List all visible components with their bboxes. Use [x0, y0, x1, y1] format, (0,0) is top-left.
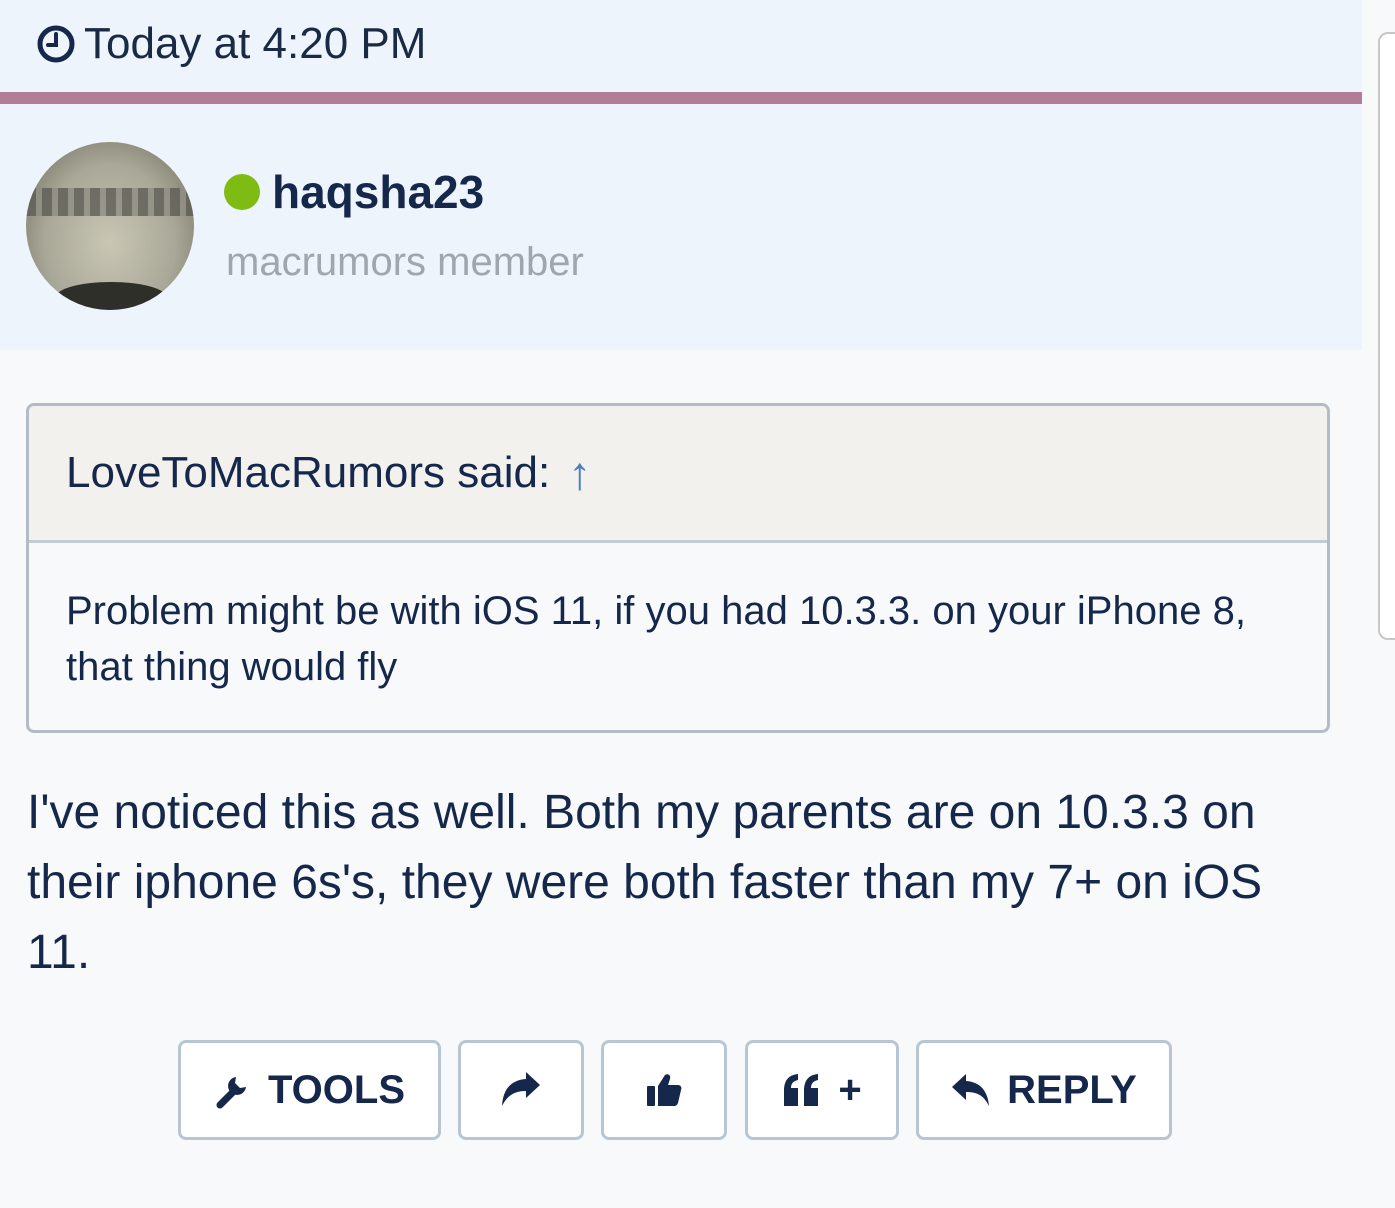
multiquote-plus-label: + [838, 1067, 862, 1112]
reply-icon [952, 1074, 990, 1106]
quote-author[interactable]: LoveToMacRumors said: [66, 448, 550, 498]
reply-button[interactable]: REPLY [916, 1040, 1172, 1140]
scrollbar[interactable] [1378, 32, 1395, 640]
thumbs-up-icon [647, 1074, 682, 1106]
online-status-indicator [224, 174, 260, 210]
clock-icon [37, 25, 75, 63]
tools-label: TOOLS [267, 1067, 406, 1112]
share-icon [502, 1072, 540, 1106]
post-view: Today at 4:20 PM haqsha23 macrumors memb… [0, 0, 1395, 1208]
user-title: macrumors member [226, 240, 584, 284]
avatar-image-base [56, 282, 166, 310]
quote-header: LoveToMacRumors said: ↑ [29, 406, 1327, 543]
quote-icon [784, 1074, 819, 1106]
multiquote-button[interactable]: + [745, 1040, 899, 1140]
timestamp-text: Today at 4:20 PM [84, 19, 427, 68]
share-button[interactable] [458, 1040, 584, 1140]
accent-divider [0, 92, 1362, 104]
avatar[interactable] [26, 142, 194, 310]
like-button[interactable] [601, 1040, 727, 1140]
quote-text: Problem might be with iOS 11, if you had… [66, 589, 1246, 689]
wrench-icon [216, 1077, 246, 1109]
quote-block: LoveToMacRumors said: ↑ Problem might be… [26, 403, 1330, 733]
post-header: Today at 4:20 PM [0, 0, 1362, 92]
reply-label: REPLY [1007, 1067, 1137, 1112]
avatar-image-keys [26, 188, 194, 216]
jump-to-quote-arrow-icon[interactable]: ↑ [568, 446, 591, 500]
tools-button[interactable]: TOOLS [178, 1040, 441, 1140]
post-timestamp[interactable]: Today at 4:20 PM [36, 18, 426, 70]
username-link[interactable]: haqsha23 [272, 166, 484, 218]
user-info-panel [0, 104, 1362, 350]
post-message: I've noticed this as well. Both my paren… [27, 786, 1263, 979]
